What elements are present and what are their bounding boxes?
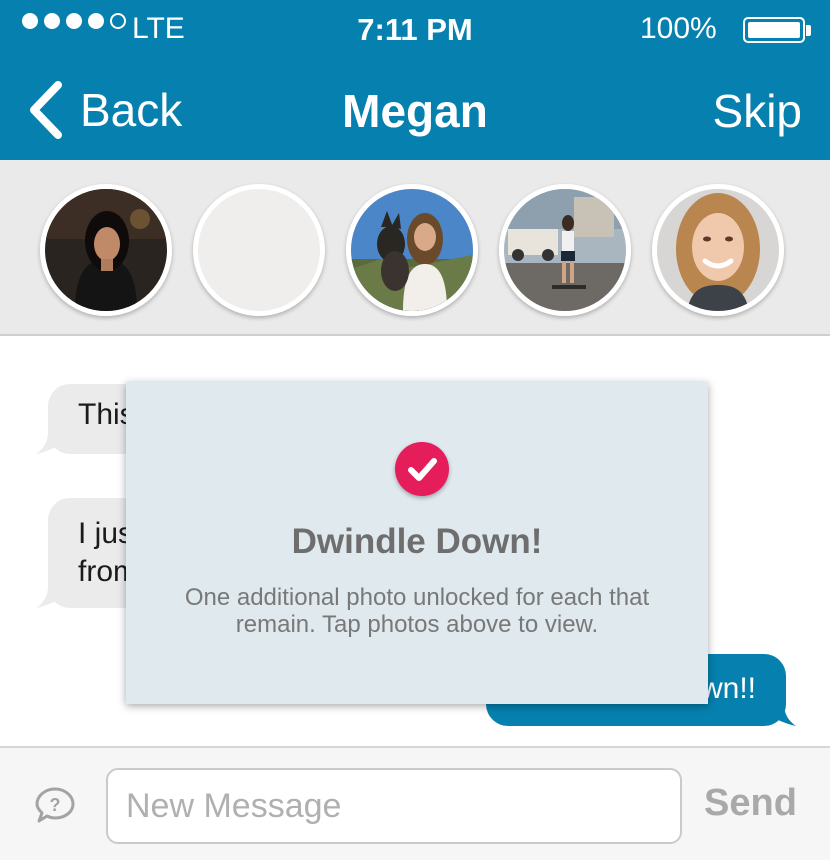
speech-bubble-question-icon[interactable]: ? xyxy=(34,786,76,826)
photo-5[interactable] xyxy=(652,184,784,316)
checkmark-icon xyxy=(395,442,449,496)
battery-nub xyxy=(806,25,811,36)
photo-1-image xyxy=(45,189,167,311)
bubble-tail xyxy=(774,704,796,726)
photo-3[interactable] xyxy=(346,184,478,316)
dialog-message: One additional photo unlocked for each t… xyxy=(184,584,650,638)
dwindle-down-dialog[interactable]: Dwindle Down! One additional photo unloc… xyxy=(126,382,708,704)
photo-4[interactable] xyxy=(499,184,631,316)
skip-button[interactable]: Skip xyxy=(713,84,802,138)
status-bar: LTE 7:11 PM 100% xyxy=(0,0,830,62)
photo-2-locked[interactable] xyxy=(193,184,325,316)
message-composer: ? Send xyxy=(0,746,830,860)
photo-strip xyxy=(0,160,830,336)
photo-5-image xyxy=(657,189,779,311)
svg-text:?: ? xyxy=(50,795,61,815)
photo-1[interactable] xyxy=(40,184,172,316)
message-text: wn!! xyxy=(700,672,756,705)
page-title: Megan xyxy=(342,85,488,137)
photo-3-image xyxy=(351,189,473,311)
header: LTE 7:11 PM 100% Back Megan Skip xyxy=(0,0,830,160)
photo-4-image xyxy=(504,189,626,311)
dialog-title: Dwindle Down! xyxy=(291,522,543,561)
send-button[interactable]: Send xyxy=(704,782,797,825)
battery-icon xyxy=(743,17,805,43)
new-message-input[interactable] xyxy=(106,768,682,844)
battery-percent: 100% xyxy=(640,12,717,45)
